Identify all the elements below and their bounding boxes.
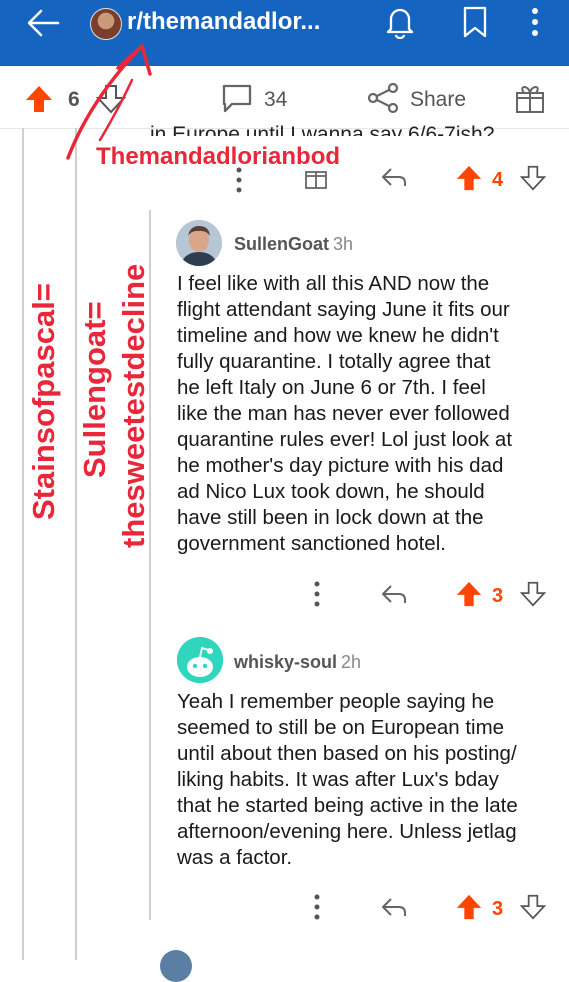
- reply-icon[interactable]: [381, 166, 407, 188]
- comment-vote-count: 3: [492, 898, 504, 920]
- comment-timestamp: 2h: [341, 652, 362, 672]
- upvote-icon[interactable]: [455, 580, 483, 608]
- share-icon[interactable]: [366, 82, 400, 114]
- bell-icon[interactable]: [385, 5, 415, 39]
- username[interactable]: SullenGoat: [234, 234, 329, 254]
- comment-body: Yeah I remember people saying he seemed …: [177, 690, 518, 869]
- reply-icon[interactable]: [381, 583, 407, 605]
- back-arrow-icon[interactable]: [26, 8, 60, 38]
- more-options-icon[interactable]: [312, 893, 322, 921]
- annotation-vertical-3: thesweetestdecline: [116, 263, 151, 548]
- downvote-icon[interactable]: [520, 893, 546, 921]
- username[interactable]: whisky-soul: [234, 652, 337, 672]
- annotation-subreddit-label: Themandadlorianbod: [96, 143, 341, 170]
- more-options-icon[interactable]: [312, 580, 322, 608]
- downvote-icon[interactable]: [520, 580, 546, 608]
- avatar[interactable]: [177, 637, 223, 683]
- upvote-icon[interactable]: [24, 84, 54, 114]
- comment-vote-count: 3: [492, 585, 504, 607]
- reply-icon[interactable]: [381, 896, 407, 918]
- avatar[interactable]: [176, 220, 222, 266]
- more-vertical-icon[interactable]: [529, 6, 541, 38]
- parent-comment-text: in Europe until I wanna say 6/6-7ish?: [150, 123, 495, 136]
- comment-timestamp: 3h: [333, 234, 354, 254]
- share-button[interactable]: Share: [410, 88, 466, 112]
- comment-icon[interactable]: [220, 82, 254, 114]
- comment-body: I feel like with all this AND now the fl…: [177, 272, 513, 555]
- parent-vote-count: 4: [492, 169, 504, 191]
- thread-line[interactable]: [75, 128, 77, 960]
- comment-username[interactable]: whisky-soul 2h: [234, 652, 361, 673]
- downvote-icon[interactable]: [520, 164, 546, 192]
- award-icon[interactable]: [514, 84, 546, 114]
- comment-count[interactable]: 34: [264, 88, 287, 112]
- annotation-vertical-1: Stainsofpascal=: [26, 283, 61, 520]
- upvote-icon[interactable]: [455, 893, 483, 921]
- upvote-icon[interactable]: [455, 164, 483, 192]
- annotation-vertical-2: Sullengoat=: [77, 301, 112, 478]
- avatar[interactable]: [160, 950, 192, 982]
- thread-line[interactable]: [22, 128, 24, 960]
- comment-username[interactable]: SullenGoat 3h: [234, 234, 353, 255]
- bookmark-icon[interactable]: [462, 5, 488, 39]
